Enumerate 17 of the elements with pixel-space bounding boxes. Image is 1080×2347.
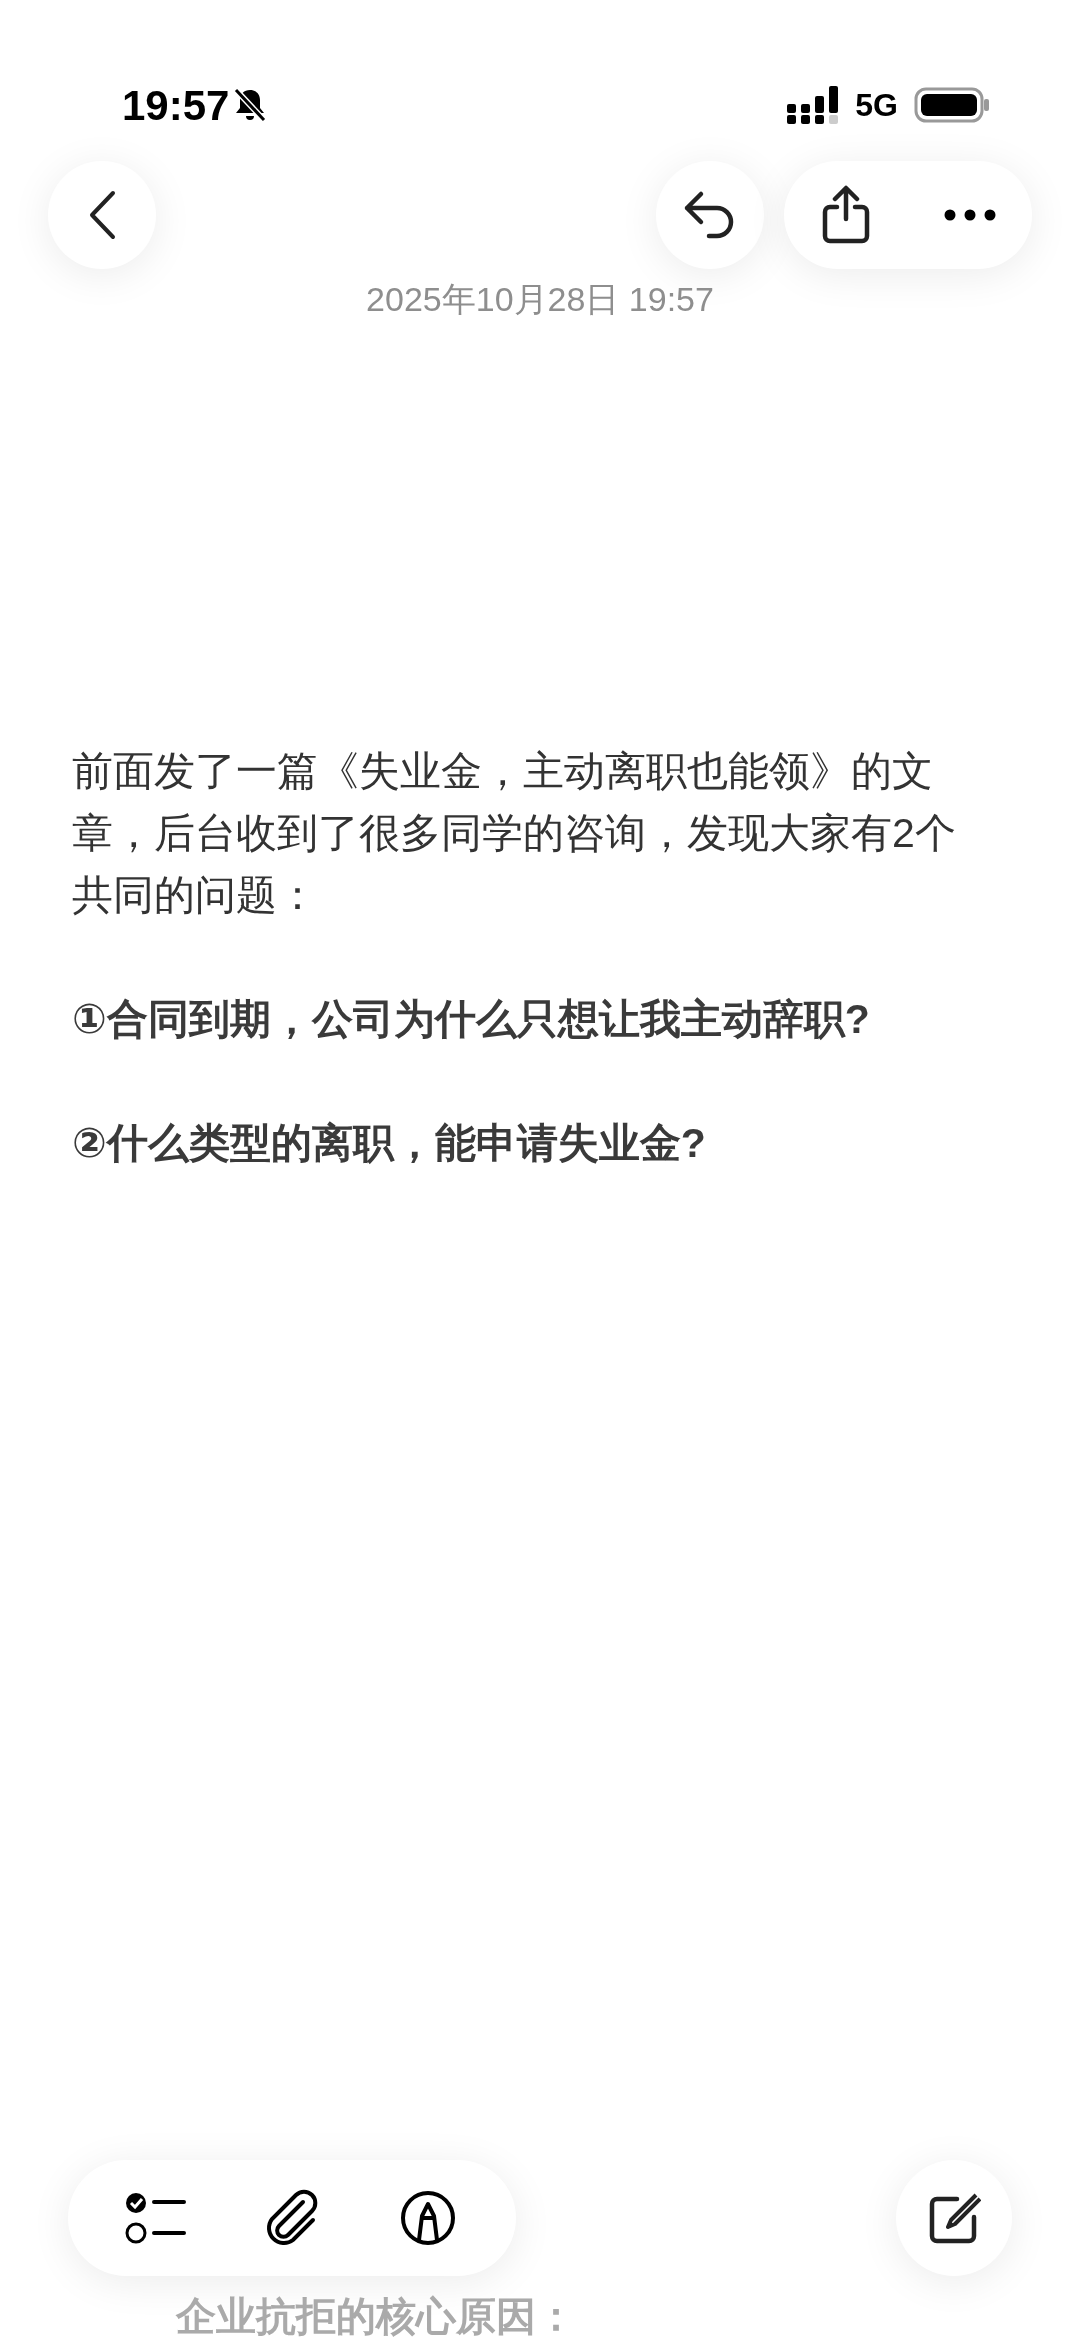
checklist-icon [125, 2190, 187, 2246]
share-icon [821, 185, 871, 245]
note-paragraph: ①合同到期，公司为什么只想让我主动辞职? [72, 995, 871, 1044]
bell-slash-icon [233, 87, 268, 123]
more-icon [944, 209, 996, 221]
chevron-left-icon [87, 190, 117, 240]
paperclip-icon [265, 2188, 319, 2248]
compose-icon [927, 2191, 981, 2245]
note-date: 2025年10月28日 19:57 [365, 279, 715, 320]
battery-icon [914, 87, 990, 123]
note-paragraph: 前面发了一篇《失业金，主动离职也能领》的文章，后台收到了很多同学的咨询，发现大家有2个共同的问题： [72, 747, 957, 920]
status-time: 19:57 [122, 80, 230, 131]
network-type: 5G [855, 86, 898, 125]
note-paragraph: ②什么类型的离职，能申请失业金? [72, 1119, 707, 1168]
signal-icon [787, 86, 840, 124]
note-text: 企业抗拒的核心原因： [176, 2293, 576, 2340]
pen-tip-icon [400, 2190, 456, 2246]
